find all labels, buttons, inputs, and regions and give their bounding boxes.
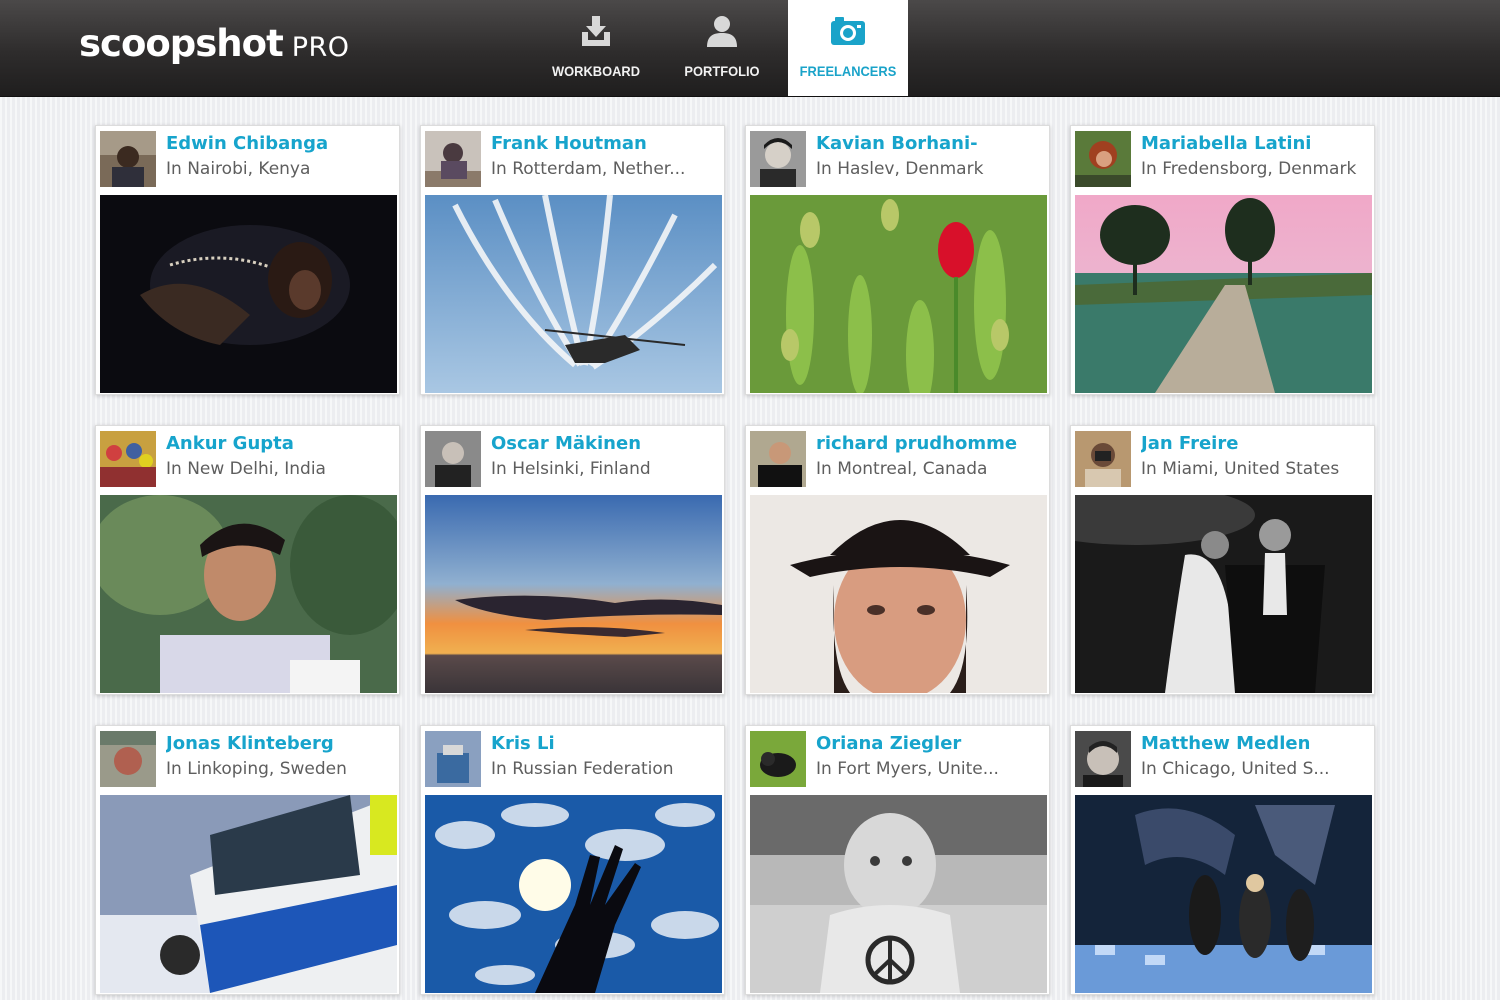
featured-photo[interactable] bbox=[750, 495, 1047, 693]
freelancer-location: In Nairobi, Kenya bbox=[166, 159, 311, 179]
tab-freelancers[interactable]: FREELANCERS bbox=[788, 0, 908, 96]
freelancer-card[interactable]: Ankur Gupta In New Delhi, India bbox=[95, 425, 400, 695]
freelancer-card[interactable]: Oscar Mäkinen In Helsinki, Finland bbox=[420, 425, 725, 695]
tab-portfolio[interactable]: PORTFOLIO bbox=[662, 0, 782, 96]
freelancer-card[interactable]: Jonas Klinteberg In Linkoping, Sweden bbox=[95, 725, 400, 995]
camera-icon bbox=[831, 17, 865, 45]
freelancer-location: In Fredensborg, Denmark bbox=[1141, 159, 1357, 179]
avatar[interactable] bbox=[425, 731, 481, 787]
freelancer-name[interactable]: Edwin Chibanga bbox=[166, 133, 396, 154]
featured-photo[interactable] bbox=[1075, 495, 1372, 693]
avatar[interactable] bbox=[1075, 431, 1131, 487]
freelancer-location: In Russian Federation bbox=[491, 759, 674, 779]
freelancer-name[interactable]: Oriana Ziegler bbox=[816, 733, 1046, 754]
avatar[interactable] bbox=[100, 131, 156, 187]
tab-portfolio-label: PORTFOLIO bbox=[684, 63, 760, 79]
featured-photo[interactable] bbox=[425, 495, 722, 693]
freelancer-name[interactable]: Mariabella Latini bbox=[1141, 133, 1371, 154]
freelancer-name[interactable]: Jonas Klinteberg bbox=[166, 733, 396, 754]
featured-photo[interactable] bbox=[425, 795, 722, 993]
freelancer-location: In Helsinki, Finland bbox=[491, 459, 651, 479]
featured-photo[interactable] bbox=[1075, 195, 1372, 393]
freelancer-card[interactable]: Oriana Ziegler In Fort Myers, Unite... bbox=[745, 725, 1050, 995]
freelancer-card[interactable]: Edwin Chibanga In Nairobi, Kenya bbox=[95, 125, 400, 395]
freelancer-location: In Haslev, Denmark bbox=[816, 159, 984, 179]
avatar[interactable] bbox=[750, 731, 806, 787]
top-navigation-bar: scoopshot PRO WORKBOARD PORTFOLIO FREELA… bbox=[0, 0, 1500, 97]
avatar[interactable] bbox=[750, 131, 806, 187]
freelancer-location: In New Delhi, India bbox=[166, 459, 326, 479]
avatar[interactable] bbox=[1075, 731, 1131, 787]
featured-photo[interactable] bbox=[100, 795, 397, 993]
freelancer-location: In Chicago, United S... bbox=[1141, 759, 1330, 779]
freelancer-location: In Linkoping, Sweden bbox=[166, 759, 347, 779]
featured-photo[interactable] bbox=[1075, 795, 1372, 993]
download-tray-icon bbox=[582, 16, 610, 46]
tab-freelancers-label: FREELANCERS bbox=[799, 63, 897, 79]
avatar[interactable] bbox=[1075, 131, 1131, 187]
person-icon bbox=[707, 16, 737, 47]
freelancer-card[interactable]: Mariabella Latini In Fredensborg, Denmar… bbox=[1070, 125, 1375, 395]
featured-photo[interactable] bbox=[750, 195, 1047, 393]
avatar[interactable] bbox=[425, 431, 481, 487]
featured-photo[interactable] bbox=[100, 195, 397, 393]
freelancer-name[interactable]: Kavian Borhani- bbox=[816, 133, 1046, 154]
avatar[interactable] bbox=[100, 731, 156, 787]
tab-workboard-label: WORKBOARD bbox=[551, 63, 641, 79]
logo-pro-label: PRO bbox=[291, 32, 350, 63]
freelancer-name[interactable]: Kris Li bbox=[491, 733, 721, 754]
freelancer-location: In Rotterdam, Nether... bbox=[491, 159, 686, 179]
freelancer-card[interactable]: Frank Houtman In Rotterdam, Nether... bbox=[420, 125, 725, 395]
freelancer-name[interactable]: richard prudhomme bbox=[816, 433, 1046, 454]
freelancer-name[interactable]: Jan Freire bbox=[1141, 433, 1371, 454]
avatar[interactable] bbox=[100, 431, 156, 487]
freelancer-location: In Miami, United States bbox=[1141, 459, 1340, 479]
freelancer-location: In Montreal, Canada bbox=[816, 459, 988, 479]
tab-workboard[interactable]: WORKBOARD bbox=[536, 0, 656, 96]
freelancer-location: In Fort Myers, Unite... bbox=[816, 759, 999, 779]
freelancer-name[interactable]: Oscar Mäkinen bbox=[491, 433, 721, 454]
scoopshot-pro-logo[interactable]: scoopshot PRO bbox=[79, 22, 350, 66]
logo-wordmark: scoopshot bbox=[79, 22, 284, 65]
freelancer-card[interactable]: Kavian Borhani- In Haslev, Denmark bbox=[745, 125, 1050, 395]
freelancer-card[interactable]: Matthew Medlen In Chicago, United S... bbox=[1070, 725, 1375, 995]
avatar[interactable] bbox=[425, 131, 481, 187]
featured-photo[interactable] bbox=[750, 795, 1047, 993]
avatar[interactable] bbox=[750, 431, 806, 487]
freelancer-name[interactable]: Ankur Gupta bbox=[166, 433, 396, 454]
freelancer-card[interactable]: Kris Li In Russian Federation bbox=[420, 725, 725, 995]
freelancer-name[interactable]: Matthew Medlen bbox=[1141, 733, 1371, 754]
freelancer-card[interactable]: Jan Freire In Miami, United States bbox=[1070, 425, 1375, 695]
featured-photo[interactable] bbox=[100, 495, 397, 693]
freelancer-card[interactable]: richard prudhomme In Montreal, Canada bbox=[745, 425, 1050, 695]
freelancer-name[interactable]: Frank Houtman bbox=[491, 133, 721, 154]
featured-photo[interactable] bbox=[425, 195, 722, 393]
